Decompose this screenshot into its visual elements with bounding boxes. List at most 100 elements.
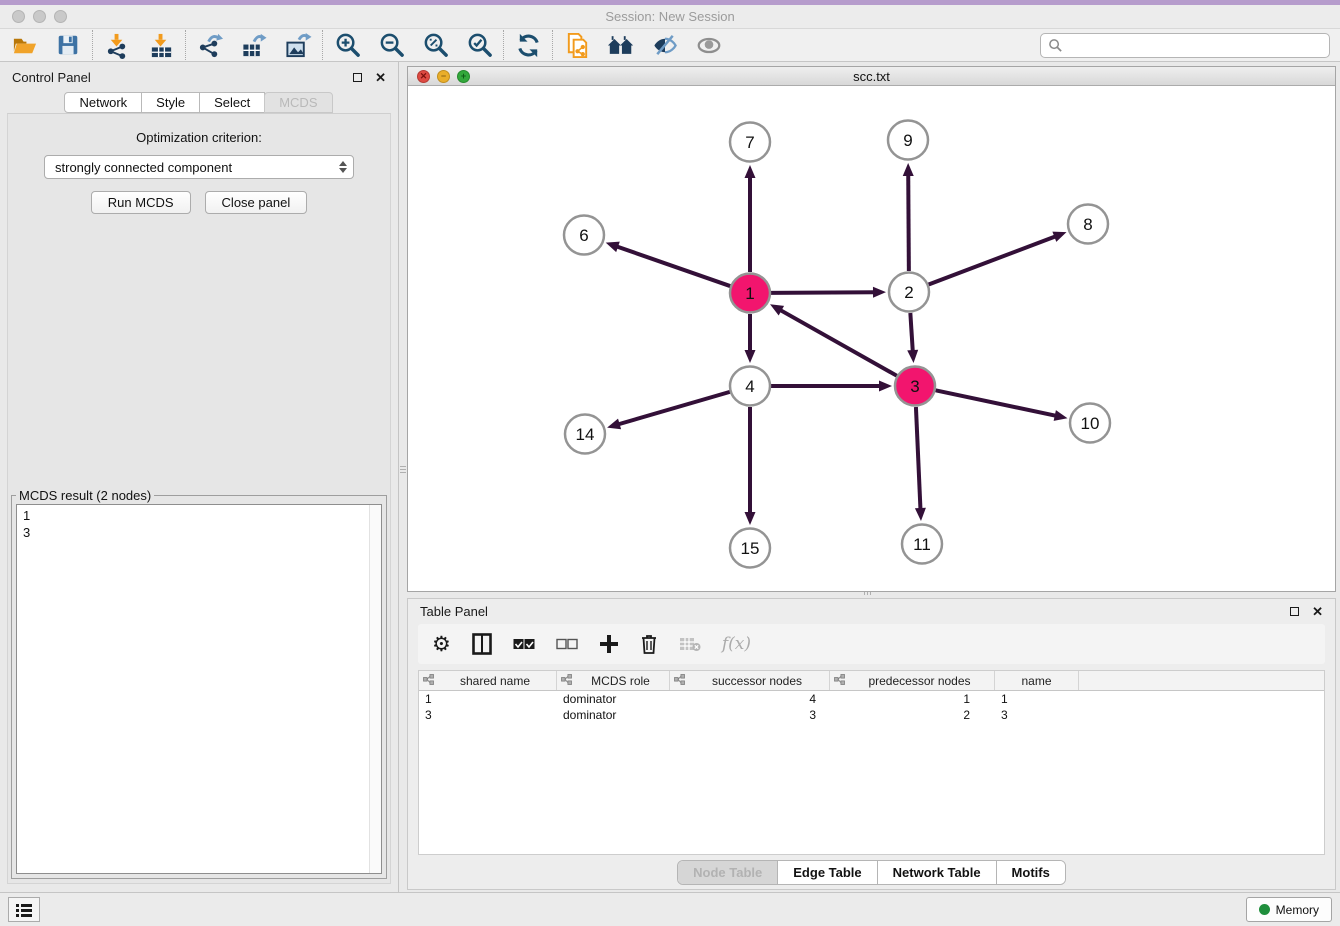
mcds-result-list[interactable]: 13 bbox=[16, 504, 382, 874]
search-input[interactable] bbox=[1068, 38, 1322, 53]
graph-node-4[interactable]: 4 bbox=[730, 367, 770, 406]
run-mcds-button[interactable]: Run MCDS bbox=[91, 191, 191, 214]
panel-list-button[interactable] bbox=[8, 897, 40, 922]
import-network-icon[interactable] bbox=[103, 31, 131, 59]
table-settings-gear-icon[interactable]: ⚙ bbox=[432, 631, 451, 657]
tab-motifs[interactable]: Motifs bbox=[996, 861, 1065, 884]
zoom-selected-icon[interactable] bbox=[465, 31, 493, 59]
add-row-icon[interactable] bbox=[599, 631, 619, 657]
zoom-fit-icon[interactable] bbox=[421, 31, 449, 59]
select-stepper-icon bbox=[339, 161, 347, 173]
graph-edge-1-2[interactable] bbox=[771, 292, 875, 293]
node-table[interactable]: shared nameMCDS rolesuccessor nodesprede… bbox=[418, 670, 1325, 855]
cell-MCDS-role[interactable]: dominator bbox=[557, 707, 670, 723]
close-panel-icon[interactable]: ✕ bbox=[375, 71, 386, 84]
network-canvas[interactable]: 7 9 6 8 1 2 4 3 14 10 15 11 bbox=[408, 86, 1335, 591]
svg-text:15: 15 bbox=[741, 539, 760, 558]
graph-edge-3-1[interactable] bbox=[780, 310, 897, 376]
float-table-panel-icon[interactable] bbox=[1290, 607, 1299, 616]
graph-node-6[interactable]: 6 bbox=[564, 216, 604, 255]
graph-edge-3-10[interactable] bbox=[936, 390, 1057, 416]
graph-edge-4-14[interactable] bbox=[618, 392, 730, 425]
tab-network-table[interactable]: Network Table bbox=[877, 861, 996, 884]
float-panel-icon[interactable] bbox=[353, 73, 362, 82]
graph-node-2[interactable]: 2 bbox=[889, 273, 929, 312]
column-type-icon bbox=[834, 674, 845, 688]
search-field[interactable] bbox=[1040, 33, 1330, 58]
tab-select[interactable]: Select bbox=[199, 92, 265, 113]
memory-button[interactable]: Memory bbox=[1246, 897, 1332, 922]
result-scrollbar[interactable] bbox=[369, 505, 381, 873]
toolbar-separator bbox=[185, 30, 186, 60]
column-insert-icon[interactable] bbox=[472, 631, 492, 657]
refresh-layout-icon[interactable] bbox=[514, 31, 542, 59]
network-window-titlebar[interactable]: scc.txt ✕ − + bbox=[408, 67, 1335, 86]
zoom-in-icon[interactable] bbox=[333, 31, 361, 59]
criterion-select[interactable]: strongly connected component bbox=[44, 155, 354, 179]
table-row[interactable]: 3dominator323 bbox=[419, 707, 1324, 723]
cell-name[interactable]: 3 bbox=[995, 707, 1079, 723]
graph-node-10[interactable]: 10 bbox=[1070, 404, 1110, 443]
graph-node-8[interactable]: 8 bbox=[1068, 205, 1108, 244]
memory-status-icon bbox=[1259, 904, 1270, 915]
select-all-checkboxes-icon[interactable] bbox=[513, 631, 535, 657]
cell-MCDS-role[interactable]: dominator bbox=[557, 691, 670, 707]
graph-edge-1-6[interactable] bbox=[616, 246, 730, 286]
close-panel-button[interactable]: Close panel bbox=[205, 191, 308, 214]
tab-network[interactable]: Network bbox=[64, 92, 142, 113]
tab-mcds[interactable]: MCDS bbox=[264, 92, 332, 113]
home-view-icon[interactable] bbox=[607, 31, 635, 59]
clone-network-icon[interactable] bbox=[563, 31, 591, 59]
cell-predecessor-nodes[interactable]: 2 bbox=[830, 707, 995, 723]
graph-edge-2-3[interactable] bbox=[910, 313, 912, 352]
close-table-panel-icon[interactable]: ✕ bbox=[1312, 605, 1323, 618]
column-header-predecessor-nodes[interactable]: predecessor nodes bbox=[830, 671, 995, 690]
graph-node-14[interactable]: 14 bbox=[565, 415, 605, 454]
graph-node-11[interactable]: 11 bbox=[902, 525, 942, 564]
cell-predecessor-nodes[interactable]: 1 bbox=[830, 691, 995, 707]
graph-edge-3-11[interactable] bbox=[916, 407, 921, 510]
cell-shared-name[interactable]: 1 bbox=[419, 691, 557, 707]
zoom-out-icon[interactable] bbox=[377, 31, 405, 59]
graph-edge-2-9[interactable] bbox=[908, 174, 909, 271]
tab-style[interactable]: Style bbox=[141, 92, 200, 113]
export-network-icon[interactable] bbox=[196, 31, 224, 59]
save-session-icon[interactable] bbox=[54, 31, 82, 59]
birds-eye-view-icon[interactable] bbox=[695, 31, 723, 59]
network-graph: 7 9 6 8 1 2 4 3 14 10 15 11 bbox=[408, 86, 1335, 586]
export-image-icon[interactable] bbox=[284, 31, 312, 59]
toolbar-separator bbox=[92, 30, 93, 60]
cell-successor-nodes[interactable]: 3 bbox=[670, 707, 830, 723]
graph-node-9[interactable]: 9 bbox=[888, 121, 928, 160]
table-panel: Table Panel ✕ ⚙ f(x) shared nameMCDS rol… bbox=[407, 598, 1336, 890]
cell-shared-name[interactable]: 3 bbox=[419, 707, 557, 723]
column-header-name[interactable]: name bbox=[995, 671, 1079, 690]
tab-edge-table[interactable]: Edge Table bbox=[777, 861, 876, 884]
table-tabs: Node TableEdge TableNetwork TableMotifs bbox=[677, 860, 1066, 885]
cell-name[interactable]: 1 bbox=[995, 691, 1079, 707]
column-type-icon bbox=[674, 674, 685, 688]
unselect-all-checkboxes-icon[interactable] bbox=[556, 631, 578, 657]
delete-table-icon-disabled bbox=[679, 631, 701, 657]
column-header-MCDS-role[interactable]: MCDS role bbox=[557, 671, 670, 690]
graph-node-15[interactable]: 15 bbox=[730, 529, 770, 568]
graph-node-7[interactable]: 7 bbox=[730, 123, 770, 162]
column-type-icon bbox=[423, 674, 434, 688]
graphics-details-icon[interactable] bbox=[651, 31, 679, 59]
svg-text:11: 11 bbox=[913, 535, 931, 554]
table-row[interactable]: 1dominator411 bbox=[419, 691, 1324, 707]
graph-edge-arrowhead bbox=[907, 350, 918, 363]
open-session-icon[interactable] bbox=[10, 31, 38, 59]
column-header-successor-nodes[interactable]: successor nodes bbox=[670, 671, 830, 690]
graph-edge-2-8[interactable] bbox=[929, 236, 1057, 284]
delete-row-trash-icon[interactable] bbox=[640, 631, 658, 657]
import-table-icon[interactable] bbox=[147, 31, 175, 59]
tab-node-table[interactable]: Node Table bbox=[678, 861, 777, 884]
vertical-split-grip[interactable] bbox=[399, 458, 407, 480]
graph-node-3[interactable]: 3 bbox=[895, 367, 935, 406]
column-header-shared-name[interactable]: shared name bbox=[419, 671, 557, 690]
export-table-icon[interactable] bbox=[240, 31, 268, 59]
graph-node-1[interactable]: 1 bbox=[730, 274, 770, 313]
svg-text:7: 7 bbox=[745, 133, 754, 152]
cell-successor-nodes[interactable]: 4 bbox=[670, 691, 830, 707]
